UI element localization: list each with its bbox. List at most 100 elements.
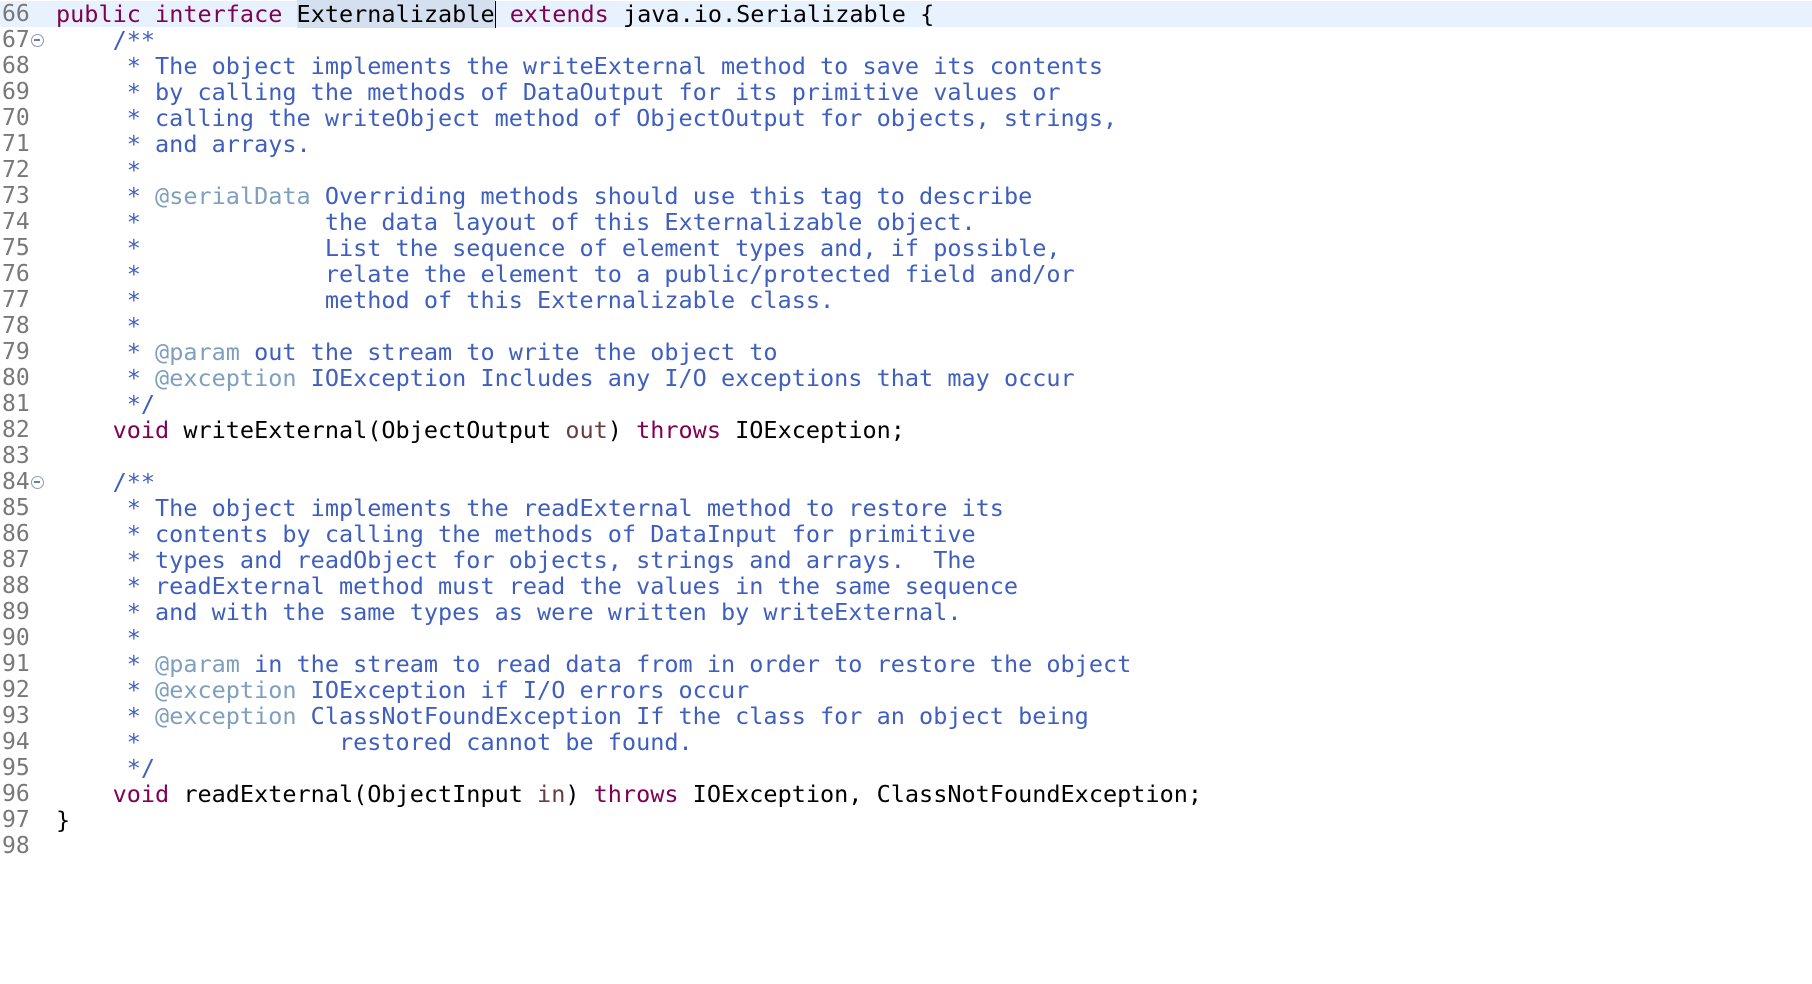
code-text[interactable]: * @exception IOException if I/O errors o… xyxy=(56,677,750,703)
code-token: java.io.Serializable { xyxy=(608,0,935,28)
code-line[interactable]: 76 * relate the element to a public/prot… xyxy=(0,261,1812,287)
collapse-icon[interactable] xyxy=(31,34,44,47)
code-line[interactable]: 78 * xyxy=(0,313,1812,339)
code-token: * and with the same types as were writte… xyxy=(56,598,962,626)
code-text[interactable]: } xyxy=(56,807,70,833)
line-number: 75 xyxy=(2,235,30,261)
line-number: 74 xyxy=(2,209,30,235)
code-token: * contents by calling the methods of Dat… xyxy=(56,520,976,548)
code-line[interactable]: 90 * xyxy=(0,625,1812,651)
code-line[interactable]: 75 * List the sequence of element types … xyxy=(0,235,1812,261)
code-text[interactable]: * xyxy=(56,313,141,339)
code-text[interactable]: * List the sequence of element types and… xyxy=(56,235,1061,261)
code-line[interactable]: 85 * The object implements the readExter… xyxy=(0,495,1812,521)
code-text[interactable]: void readExternal(ObjectInput in) throws… xyxy=(56,781,1202,807)
line-number: 73 xyxy=(2,183,30,209)
line-number: 83 xyxy=(2,443,30,469)
code-line[interactable]: 98 xyxy=(0,833,1812,859)
line-number: 92 xyxy=(2,677,30,703)
code-token: * relate the element to a public/protect… xyxy=(56,260,1075,288)
code-text[interactable]: */ xyxy=(56,391,155,417)
code-line[interactable]: 70 * calling the writeObject method of O… xyxy=(0,105,1812,131)
code-line[interactable]: 72 * xyxy=(0,157,1812,183)
code-line[interactable]: 89 * and with the same types as were wri… xyxy=(0,599,1812,625)
code-token: in the stream to read data from in order… xyxy=(239,650,1132,678)
code-text[interactable]: * xyxy=(56,625,141,651)
line-number: 80 xyxy=(2,365,30,391)
code-token: ) xyxy=(565,780,594,808)
line-number: 72 xyxy=(2,157,30,183)
code-line[interactable]: 88 * readExternal method must read the v… xyxy=(0,573,1812,599)
code-text[interactable]: * and with the same types as were writte… xyxy=(56,598,962,626)
code-text[interactable]: * relate the element to a public/protect… xyxy=(56,261,1075,287)
code-text[interactable]: * restored cannot be found. xyxy=(56,729,693,755)
code-text[interactable]: * xyxy=(56,157,141,183)
code-text[interactable]: * by calling the methods of DataOutput f… xyxy=(56,79,1061,105)
code-line[interactable]: 97} xyxy=(0,807,1812,833)
code-line[interactable]: 67 /** xyxy=(0,27,1812,53)
code-line[interactable]: 93 * @exception ClassNotFoundException I… xyxy=(0,703,1812,729)
code-text[interactable]: * readExternal method must read the valu… xyxy=(56,573,1018,599)
code-line[interactable]: 92 * @exception IOException if I/O error… xyxy=(0,677,1812,703)
code-token: } xyxy=(56,806,71,834)
code-token: readExternal(ObjectInput xyxy=(169,780,538,808)
code-text[interactable]: public interface Externalizable extends … xyxy=(56,0,935,28)
code-token: * method of this Externalizable class. xyxy=(56,286,835,314)
code-line[interactable]: 73 * @serialData Overriding methods shou… xyxy=(0,183,1812,209)
code-line[interactable]: 91 * @param in the stream to read data f… xyxy=(0,651,1812,677)
code-token: /** xyxy=(56,26,156,54)
code-editor[interactable]: 66 public interface Externalizable extend… xyxy=(0,0,1812,984)
code-token: * The object implements the readExternal… xyxy=(56,494,1004,522)
code-line[interactable]: 80 * @exception IOException Includes any… xyxy=(0,365,1812,391)
line-number: 90 xyxy=(2,625,30,651)
current-line[interactable]: 66 public interface Externalizable extend… xyxy=(0,0,1812,28)
code-text[interactable]: * calling the writeObject method of Obje… xyxy=(56,105,1117,131)
code-line[interactable]: 95 */ xyxy=(0,755,1812,781)
code-token: ) xyxy=(607,416,637,444)
code-text[interactable]: * The object implements the readExternal… xyxy=(56,495,1004,521)
code-text[interactable]: * @exception ClassNotFoundException If t… xyxy=(56,703,1089,729)
code-text[interactable]: /** xyxy=(56,27,155,53)
code-text[interactable]: * types and readObject for objects, stri… xyxy=(56,547,976,573)
code-line[interactable]: 77 * method of this Externalizable class… xyxy=(0,287,1812,313)
line-number: 86 xyxy=(2,521,30,547)
code-line[interactable]: 86 * contents by calling the methods of … xyxy=(0,521,1812,547)
line-number: 94 xyxy=(2,729,30,755)
code-text[interactable]: * @serialData Overriding methods should … xyxy=(56,183,1033,209)
code-line[interactable]: 69 * by calling the methods of DataOutpu… xyxy=(0,79,1812,105)
code-line[interactable]: 68 * The object implements the writeExte… xyxy=(0,53,1812,79)
line-number: 78 xyxy=(2,313,30,339)
code-text[interactable]: * @param in the stream to read data from… xyxy=(56,650,1132,678)
code-text[interactable]: * The object implements the writeExterna… xyxy=(56,53,1103,79)
code-token: * xyxy=(56,702,156,730)
code-line[interactable]: 94 * restored cannot be found. xyxy=(0,729,1812,755)
collapse-icon[interactable] xyxy=(31,476,44,489)
code-line[interactable]: 96 void readExternal(ObjectInput in) thr… xyxy=(0,781,1812,807)
code-line[interactable]: 71 * and arrays. xyxy=(0,131,1812,157)
code-token: * xyxy=(56,624,141,652)
code-text[interactable]: */ xyxy=(56,755,155,781)
code-text[interactable]: void writeExternal(ObjectOutput out) thr… xyxy=(56,417,905,443)
code-line[interactable]: 81 */ xyxy=(0,391,1812,417)
code-text[interactable]: /** xyxy=(56,469,155,495)
code-text[interactable]: * @exception IOException Includes any I/… xyxy=(56,365,1075,391)
code-text[interactable]: * @param out the stream to write the obj… xyxy=(56,339,778,365)
code-token: @exception xyxy=(155,702,297,730)
code-token: void xyxy=(112,416,170,444)
code-line[interactable]: 79 * @param out the stream to write the … xyxy=(0,339,1812,365)
code-line[interactable]: 87 * types and readObject for objects, s… xyxy=(0,547,1812,573)
code-line[interactable]: 82 void writeExternal(ObjectOutput out) … xyxy=(0,417,1812,443)
line-number: 98 xyxy=(2,833,30,859)
code-line[interactable]: 84 /** xyxy=(0,469,1812,495)
code-text[interactable]: * contents by calling the methods of Dat… xyxy=(56,521,976,547)
code-text[interactable]: * the data layout of this Externalizable… xyxy=(56,209,976,235)
code-line[interactable]: 83 xyxy=(0,443,1812,469)
code-text[interactable]: * method of this Externalizable class. xyxy=(56,287,834,313)
code-text[interactable]: * and arrays. xyxy=(56,131,311,157)
code-line[interactable]: 74 * the data layout of this Externaliza… xyxy=(0,209,1812,235)
line-number: 84 xyxy=(2,469,30,495)
code-token: */ xyxy=(56,754,156,782)
line-number: 79 xyxy=(2,339,30,365)
line-number: 76 xyxy=(2,261,30,287)
